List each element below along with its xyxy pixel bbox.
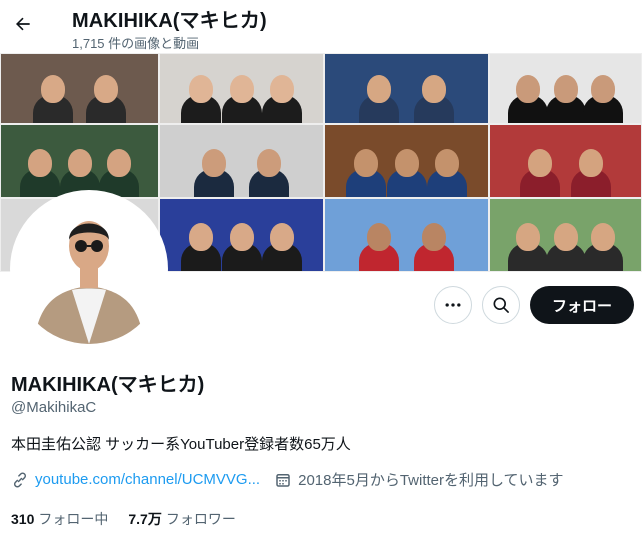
following-count: 310 — [11, 511, 35, 527]
profile-avatar[interactable] — [10, 190, 168, 348]
banner-photo — [490, 125, 641, 197]
followers-stat[interactable]: 7.7万 フォロワー — [128, 509, 235, 529]
link-icon — [11, 471, 29, 489]
banner-photo — [1, 54, 158, 123]
back-button[interactable] — [6, 7, 40, 41]
followers-label: フォロワー — [165, 511, 236, 527]
followers-count: 7.7万 — [128, 511, 162, 527]
banner-photo — [1, 125, 158, 197]
banner-photo — [160, 199, 323, 271]
profile-bio: 本田圭佑公認 サッカー系YouTuber登録者数65万人 — [11, 436, 351, 453]
profile-website-link[interactable]: youtube.com/channel/UCMVVG... — [35, 471, 260, 488]
following-label: フォロー中 — [38, 511, 109, 527]
arrow-left-icon — [16, 17, 30, 31]
profile-meta: youtube.com/channel/UCMVVG... 2018年5月からT… — [11, 469, 564, 490]
banner-photo — [490, 54, 641, 123]
search-icon — [493, 297, 509, 313]
search-profile-button[interactable] — [482, 286, 520, 324]
following-stat[interactable]: 310 フォロー中 — [11, 509, 108, 529]
banner-photo — [490, 199, 641, 271]
follow-button[interactable]: フォロー — [530, 286, 634, 324]
banner-photo — [325, 125, 488, 197]
more-options-button[interactable] — [434, 286, 472, 324]
header-title: MAKIHIKA(マキヒカ) — [72, 10, 267, 32]
avatar-image — [14, 194, 164, 344]
top-bar: MAKIHIKA(マキヒカ) 1,715 件の画像と動画 — [0, 0, 642, 53]
join-date: 2018年5月からTwitterを利用しています — [298, 472, 564, 489]
banner-photo — [160, 54, 323, 123]
more-horizontal-icon — [445, 303, 461, 307]
media-count: 1,715 件の画像と動画 — [72, 36, 200, 51]
profile-name: MAKIHIKA(マキヒカ) — [11, 374, 205, 396]
banner-photo — [325, 54, 488, 123]
profile-handle: @MakihikaC — [11, 399, 97, 416]
profile-stats: 310 フォロー中 7.7万 フォロワー — [11, 509, 256, 529]
calendar-icon — [274, 471, 292, 489]
banner-photo — [160, 125, 323, 197]
banner-photo — [325, 199, 488, 271]
